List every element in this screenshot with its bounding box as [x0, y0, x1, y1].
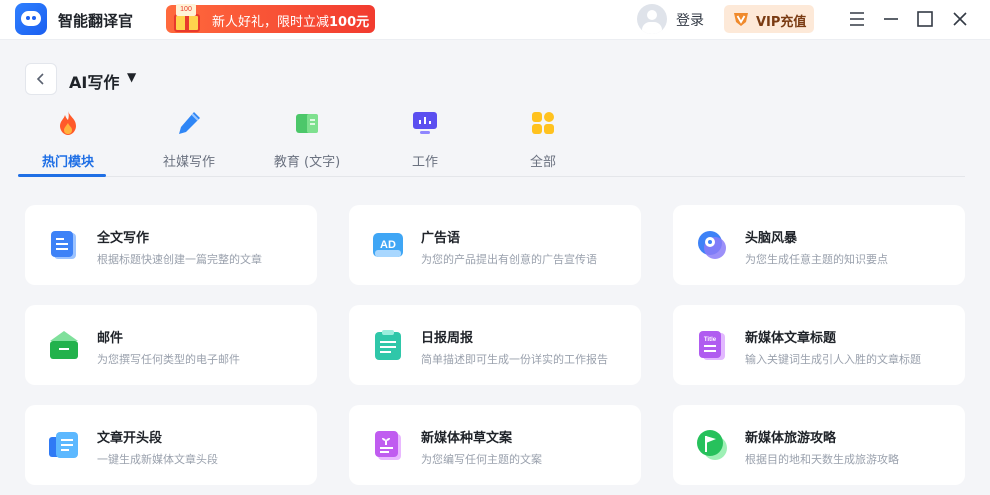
chevron-left-icon [36, 73, 44, 85]
card-email[interactable]: 邮件 为您撰写任何类型的电子邮件 [25, 305, 317, 385]
card-title: 头脑风暴 [745, 231, 798, 246]
app-logo-icon [15, 3, 47, 35]
card-title: 全文写作 [97, 231, 150, 246]
tab-work[interactable]: 工作 [375, 105, 475, 177]
maximize-icon[interactable] [915, 9, 935, 29]
grid-icon [532, 112, 554, 134]
tab-active-indicator [18, 174, 106, 177]
sprout-icon [375, 431, 401, 460]
card-full-article[interactable]: 全文写作 根据标题快速创建一篇完整的文章 [25, 205, 317, 285]
card-title: 日报周报 [421, 331, 474, 346]
book-icon [296, 114, 318, 133]
promo-prefix: 新人好礼，限时立减 [212, 15, 330, 30]
login-link[interactable]: 登录 [676, 10, 704, 30]
card-desc: 一键生成新媒体文章头段 [97, 453, 218, 466]
card-desc: 为您撰写任何类型的电子邮件 [97, 353, 240, 366]
card-title: 文章开头段 [97, 431, 163, 446]
title-doc-icon: Title [699, 331, 725, 360]
gift-icon: 100 [170, 2, 206, 34]
vip-button[interactable]: VIP充值 [724, 5, 814, 33]
brain-icon [698, 231, 726, 259]
tab-label: 热门模块 [41, 155, 94, 170]
category-tabs: 热门模块 社媒写作 教育 (文字) 工作 全部 [18, 105, 965, 177]
card-title: 新媒体旅游攻略 [745, 431, 837, 446]
vip-label: VIP充值 [756, 15, 807, 30]
card-desc: 根据标题快速创建一篇完整的文章 [97, 253, 262, 266]
card-brainstorm[interactable]: 头脑风暴 为您生成任意主题的知识要点 [673, 205, 965, 285]
card-desc: 为您编写任何主题的文案 [421, 453, 542, 466]
card-title: 邮件 [97, 331, 124, 346]
main-panel: AI写作 ▼ 热门模块 社媒写作 教育 (文字) 工作 全部 全文写作 根据标题… [0, 41, 990, 495]
avatar[interactable] [637, 4, 667, 34]
pencil-icon [179, 112, 200, 134]
card-desc: 简单描述即可生成一份详实的工作报告 [421, 353, 608, 366]
promo-text: 新人好礼，限时立减100元 [212, 11, 369, 30]
card-media-seeding[interactable]: 新媒体种草文案 为您编写任何主题的文案 [349, 405, 641, 485]
card-desc: 输入关键词生成引人入胜的文章标题 [745, 353, 921, 366]
tab-label: 工作 [411, 155, 438, 170]
clipboard-icon [375, 330, 401, 360]
flag-icon [697, 430, 727, 460]
promo-amount: 100元 [329, 15, 370, 30]
card-travel-guide[interactable]: 新媒体旅游攻略 根据目的地和天数生成旅游攻略 [673, 405, 965, 485]
minimize-icon[interactable] [881, 9, 901, 29]
card-title: 广告语 [421, 231, 461, 246]
tab-label: 全部 [529, 155, 556, 170]
card-opening-paragraph[interactable]: 文章开头段 一键生成新媒体文章头段 [25, 405, 317, 485]
mail-icon [50, 331, 78, 359]
paragraph-icon [49, 432, 78, 458]
vip-badge-icon [734, 13, 748, 26]
card-desc: 根据目的地和天数生成旅游攻略 [745, 453, 899, 466]
tab-education[interactable]: 教育 (文字) [257, 105, 357, 177]
monitor-icon [413, 112, 437, 134]
tab-social[interactable]: 社媒写作 [139, 105, 239, 177]
card-ad-slogan[interactable]: AD 广告语 为您的产品提出有创意的广告宣传语 [349, 205, 641, 285]
card-title: 新媒体种草文案 [421, 431, 513, 446]
svg-text:AD: AD [380, 239, 396, 251]
svg-text:Title: Title [704, 337, 717, 343]
card-desc: 为您生成任意主题的知识要点 [745, 253, 888, 266]
promo-tag: 100 [176, 4, 196, 16]
caret-down-icon[interactable]: ▼ [127, 70, 136, 84]
back-button[interactable] [25, 63, 57, 95]
tab-label: 教育 (文字) [273, 155, 341, 170]
close-icon[interactable] [950, 9, 970, 29]
page-title[interactable]: AI写作 [69, 69, 119, 93]
menu-icon[interactable] [847, 9, 867, 29]
ad-icon: AD [373, 233, 403, 257]
card-desc: 为您的产品提出有创意的广告宣传语 [421, 253, 597, 266]
card-media-title[interactable]: Title 新媒体文章标题 输入关键词生成引人入胜的文章标题 [673, 305, 965, 385]
card-title: 新媒体文章标题 [745, 331, 837, 346]
tab-hot[interactable]: 热门模块 [18, 105, 118, 177]
tab-all[interactable]: 全部 [493, 105, 593, 177]
document-icon [51, 231, 76, 259]
app-name: 智能翻译官 [58, 12, 134, 30]
card-daily-report[interactable]: 日报周报 简单描述即可生成一份详实的工作报告 [349, 305, 641, 385]
tab-label: 社媒写作 [162, 155, 215, 170]
promo-banner[interactable]: 100 新人好礼，限时立减100元 [166, 2, 375, 34]
title-bar: 智能翻译官 100 新人好礼，限时立减100元 登录 VIP充值 [0, 0, 990, 40]
flame-icon [60, 111, 76, 135]
